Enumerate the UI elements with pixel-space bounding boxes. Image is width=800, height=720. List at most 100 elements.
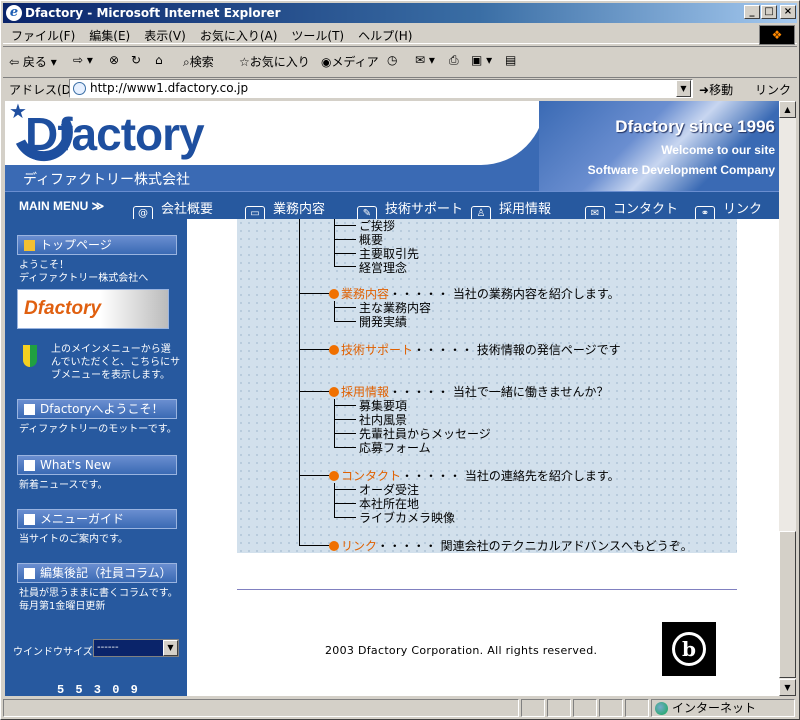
- vertical-scrollbar[interactable]: ▲ ▼: [779, 101, 796, 696]
- bullet-icon: [329, 471, 339, 481]
- search-button[interactable]: ⌕検索: [183, 53, 214, 70]
- tree-connector: [334, 433, 356, 434]
- windows-logo-icon: ❖: [759, 25, 795, 45]
- whats-new-desc: 新着ニュースです。: [19, 480, 108, 491]
- tree-connector: [334, 307, 356, 308]
- arrow-icon: [24, 514, 35, 525]
- page-viewport: ★ Dfactory ディファクトリー株式会社 Dfactory since 1…: [5, 101, 779, 696]
- tree-connector: [334, 266, 356, 267]
- print-icon[interactable]: ⎙: [449, 53, 459, 68]
- welcome-button[interactable]: Dfactoryへようこそ！: [17, 399, 177, 419]
- tree-connector: [334, 253, 356, 254]
- footer-divider: [237, 589, 737, 590]
- maximize-button[interactable]: □: [761, 5, 777, 19]
- go-button[interactable]: ➜移動: [699, 81, 733, 98]
- editors-note-button[interactable]: 編集後記（社員コラム）: [17, 563, 177, 583]
- menu-view[interactable]: 表示(V): [136, 24, 192, 44]
- sitemap-sub-live-camera[interactable]: ライブカメラ映像: [359, 509, 455, 526]
- dfactory-banner[interactable]: Dfactory: [17, 289, 169, 329]
- tree-connector: [299, 475, 329, 476]
- tree-connector: [334, 225, 356, 226]
- menu-file[interactable]: ファイル(F): [3, 24, 81, 44]
- bullet-icon: [329, 289, 339, 299]
- tree-connector: [334, 405, 356, 406]
- status-bar: インターネット: [3, 698, 797, 718]
- globe-icon: [655, 702, 668, 715]
- title-bar: e Dfactory - Microsoft Internet Explorer…: [3, 3, 797, 23]
- menu-guide-button[interactable]: メニューガイド: [17, 509, 177, 529]
- menu-help[interactable]: ヘルプ(H): [350, 24, 418, 44]
- address-input[interactable]: http://www1.dfactory.co.jp ▼: [69, 79, 693, 98]
- sitemap-sub-apply-form[interactable]: 応募フォーム: [359, 439, 431, 456]
- favorites-button[interactable]: ☆お気に入り: [239, 53, 310, 70]
- sitemap-node-support[interactable]: 技術サポート・・・・・ 技術情報の発信ページです: [329, 341, 621, 358]
- editors-note-desc-1: 社員が思うままに書くコラムです。: [19, 588, 178, 599]
- tree-connector: [334, 321, 356, 322]
- status-cell: [599, 699, 623, 717]
- tree-connector: [334, 447, 356, 448]
- welcome-line-2: ディファクトリー株式会社へ: [19, 273, 149, 284]
- tree-connector: [334, 503, 356, 504]
- favorites-icon: ☆: [239, 55, 250, 69]
- whats-new-button[interactable]: What's New: [17, 455, 177, 475]
- edit-icon[interactable]: ▣ ▾: [471, 53, 492, 67]
- media-button[interactable]: ◉メディア: [321, 53, 379, 70]
- chevron-down-icon: ▼: [163, 640, 178, 656]
- tree-connector: [334, 489, 356, 490]
- menu-guide-desc: 当サイトのご案内です。: [19, 534, 128, 545]
- discuss-icon[interactable]: ▤: [505, 53, 516, 67]
- main-menu-label: MAIN MENU ≫: [19, 199, 105, 213]
- history-icon[interactable]: ◷: [387, 53, 397, 67]
- search-icon: ⌕: [183, 55, 190, 69]
- scroll-up-button[interactable]: ▲: [779, 101, 796, 118]
- sitemap-sub-results[interactable]: 開発実績: [359, 313, 407, 330]
- partner-logo[interactable]: b: [662, 622, 716, 676]
- sitemap-panel: ご挨拶 概要 主要取引先 経営理念 業務内容・・・・・ 当社の業務内容を紹介しま…: [237, 219, 737, 553]
- beginner-mark-icon: [23, 345, 37, 367]
- arrow-icon: [24, 568, 35, 579]
- site-logo[interactable]: Dfactory: [5, 101, 205, 170]
- welcome-line-1: ようこそ！: [19, 260, 69, 271]
- close-button[interactable]: ×: [780, 5, 796, 19]
- scroll-down-button[interactable]: ▼: [779, 679, 796, 696]
- tagline-text: Software Development Company: [587, 163, 775, 177]
- menu-bar: ファイル(F) 編集(E) 表示(V) お気に入り(A) ツール(T) ヘルプ(H): [3, 24, 797, 44]
- menu-edit[interactable]: 編集(E): [81, 24, 136, 44]
- tree-connector: [334, 517, 356, 518]
- menu-tools[interactable]: ツール(T): [283, 24, 350, 44]
- help-line-2: んでいただくと、こちらにサ: [51, 357, 181, 368]
- sitemap-node-links[interactable]: リンク・・・・・ 関連会社のテクニカルアドバンスへもどうぞ。: [329, 537, 693, 554]
- stop-icon[interactable]: ⊗: [109, 53, 119, 67]
- window-size-label: ウインドウサイズ: [13, 647, 93, 658]
- sitemap-sub-philosophy[interactable]: 経営理念: [359, 259, 407, 276]
- forward-arrow-icon: ⇨: [73, 53, 84, 67]
- site-header: ★ Dfactory ディファクトリー株式会社 Dfactory since 1…: [5, 101, 779, 191]
- bullet-icon: [329, 387, 339, 397]
- browser-window: e Dfactory - Microsoft Internet Explorer…: [0, 0, 800, 720]
- arrow-icon: [24, 460, 35, 471]
- top-page-button[interactable]: トップページ: [17, 235, 177, 255]
- bullet-icon: [329, 541, 339, 551]
- forward-button[interactable]: ⇨ ▾: [73, 53, 93, 67]
- main-menu: MAIN MENU ≫ @ 会社概要 ▭ 業務内容 ✎ 技術サポート ♙ 採用情報 ✉ コ…: [5, 191, 779, 222]
- help-line-1: 上のメインメニューから選: [51, 344, 171, 355]
- back-button[interactable]: ⇦ 戻る ▾: [9, 53, 57, 70]
- scroll-thumb[interactable]: [779, 531, 796, 678]
- ie-icon: e: [6, 5, 22, 21]
- editors-note-desc-2: 毎月第1金曜日更新: [19, 601, 106, 612]
- main-content: ご挨拶 概要 主要取引先 経営理念 業務内容・・・・・ 当社の業務内容を紹介しま…: [187, 219, 779, 696]
- refresh-icon[interactable]: ↻: [131, 53, 141, 67]
- minimize-button[interactable]: _: [744, 5, 760, 19]
- tree-connector: [299, 293, 329, 294]
- address-dropdown[interactable]: ▼: [676, 80, 691, 97]
- mail-icon[interactable]: ✉ ▾: [415, 53, 435, 67]
- home-icon[interactable]: ⌂: [155, 53, 163, 67]
- address-url: http://www1.dfactory.co.jp: [90, 81, 249, 95]
- window-size-select[interactable]: ------ ▼: [93, 639, 179, 657]
- status-cell: [547, 699, 571, 717]
- back-arrow-icon: ⇦: [9, 55, 20, 69]
- tree-branch: [334, 399, 335, 447]
- bullet-icon: [329, 345, 339, 355]
- menu-favorites[interactable]: お気に入り(A): [192, 24, 284, 44]
- tree-connector: [299, 545, 329, 546]
